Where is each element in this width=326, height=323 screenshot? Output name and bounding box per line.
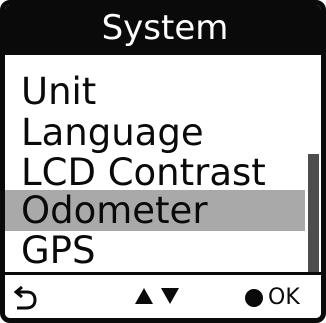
system-menu: Unit Language LCD Contrast Odometer GPS bbox=[5, 66, 305, 272]
scrollbar[interactable] bbox=[305, 66, 321, 272]
up-triangle-icon bbox=[135, 288, 153, 304]
menu-item-language[interactable]: Language bbox=[5, 112, 305, 153]
menu-item-unit[interactable]: Unit bbox=[5, 71, 305, 112]
screen-title: System bbox=[101, 8, 229, 48]
device-screen: System Unit Language LCD Contrast Odomet… bbox=[0, 0, 326, 323]
menu-item-odometer[interactable]: Odometer bbox=[5, 190, 305, 231]
back-button[interactable] bbox=[13, 283, 41, 313]
softkey-bar: OK bbox=[5, 272, 321, 318]
ok-button[interactable]: OK bbox=[245, 283, 300, 313]
back-arrow-icon bbox=[13, 285, 37, 310]
down-triangle-icon bbox=[161, 288, 179, 304]
menu-item-gps[interactable]: GPS bbox=[5, 230, 305, 271]
scrollbar-thumb[interactable] bbox=[308, 154, 319, 272]
menu-item-lcd-contrast[interactable]: LCD Contrast bbox=[5, 152, 305, 193]
title-bar: System bbox=[5, 5, 321, 55]
filled-circle-icon bbox=[245, 289, 263, 307]
ok-label: OK bbox=[268, 285, 300, 310]
navigation-arrows[interactable] bbox=[134, 286, 194, 308]
